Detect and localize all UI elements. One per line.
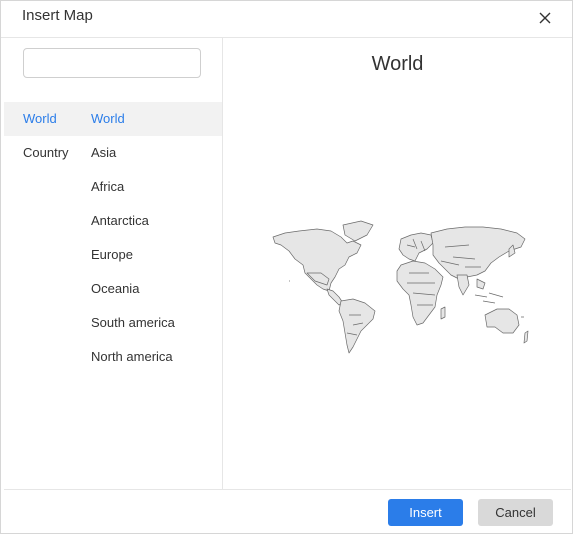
cancel-button[interactable]: Cancel	[478, 499, 553, 526]
panel-divider	[222, 38, 223, 489]
map-list-panel: World World Country Asia Africa Antarcti…	[4, 38, 222, 489]
preview-title: World	[371, 53, 424, 75]
search-input[interactable]	[24, 49, 200, 77]
map-item-antarctica[interactable]: Antarctica	[91, 213, 149, 228]
map-item-north-america[interactable]: North america	[91, 349, 173, 364]
insert-map-dialog: Insert Map World World Country Asia Afri…	[0, 0, 573, 534]
list-row-world[interactable]: World World	[4, 102, 222, 136]
category-country[interactable]: Country	[23, 145, 69, 160]
list-row-europe[interactable]: Europe	[4, 238, 222, 272]
list-row-south-america[interactable]: South america	[4, 306, 222, 340]
category-world[interactable]: World	[23, 111, 57, 126]
map-item-europe[interactable]: Europe	[91, 247, 133, 262]
map-item-south-america[interactable]: South america	[91, 315, 175, 330]
list-row-asia[interactable]: Country Asia	[4, 136, 222, 170]
close-icon[interactable]	[536, 9, 554, 27]
insert-button[interactable]: Insert	[388, 499, 463, 526]
dialog-title: Insert Map	[22, 7, 93, 24]
world-map-icon	[272, 220, 529, 354]
list-row-north-america[interactable]: North america	[4, 340, 222, 374]
map-item-asia[interactable]: Asia	[91, 145, 116, 160]
list-row-antarctica[interactable]: Antarctica	[4, 204, 222, 238]
map-item-oceania[interactable]: Oceania	[91, 281, 139, 296]
footer-divider	[4, 489, 571, 490]
list-row-africa[interactable]: Africa	[4, 170, 222, 204]
map-item-africa[interactable]: Africa	[91, 179, 124, 194]
map-item-world[interactable]: World	[91, 111, 125, 126]
search-field[interactable]	[23, 48, 201, 78]
list-row-oceania[interactable]: Oceania	[4, 272, 222, 306]
